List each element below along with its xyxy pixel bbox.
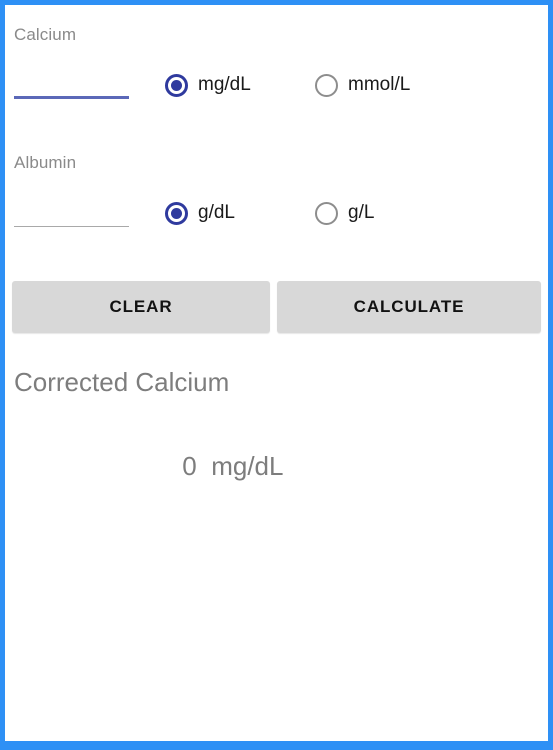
calcium-input[interactable]: [14, 53, 129, 97]
calcium-unit-option-mmoll[interactable]: mmol/L: [315, 65, 410, 105]
action-button-bar: CLEAR CALCULATE: [5, 278, 548, 336]
albumin-unit-option-gdl[interactable]: g/dL: [165, 193, 315, 233]
albumin-unit-radio-group: g/dL g/L: [165, 193, 374, 233]
radio-selected-icon[interactable]: [165, 73, 188, 97]
result-separator: [197, 451, 211, 481]
albumin-input-wrapper[interactable]: [14, 181, 129, 227]
radio-unselected-icon[interactable]: [315, 201, 338, 225]
albumin-field-group: Albumin g/dL g/L: [5, 133, 548, 251]
calcium-unit-radio-group: mg/dL mmol/L: [165, 65, 410, 105]
albumin-unit-label-gl: g/L: [348, 202, 375, 223]
albumin-unit-option-gl[interactable]: g/L: [315, 193, 374, 233]
result-value: 0: [182, 451, 197, 481]
calcium-label: Calcium: [14, 25, 77, 44]
albumin-unit-label-gdl: g/dL: [198, 202, 235, 223]
albumin-label: Albumin: [14, 153, 77, 172]
calcium-input-underline: [14, 96, 129, 99]
app-content-area: Calcium mg/dL mmol/L Albumin g/dL g/L CL…: [5, 5, 548, 741]
calcium-field-group: Calcium mg/dL mmol/L: [5, 5, 548, 123]
result-unit: mg/dL: [211, 451, 284, 481]
result-title: Corrected Calcium: [14, 367, 230, 397]
albumin-input[interactable]: [14, 181, 129, 225]
app-window: Calcium mg/dL mmol/L Albumin g/dL g/L CL…: [0, 0, 553, 750]
radio-selected-icon[interactable]: [165, 201, 188, 225]
albumin-input-underline: [14, 226, 129, 227]
radio-unselected-icon[interactable]: [315, 73, 338, 97]
calcium-unit-option-mgdl[interactable]: mg/dL: [165, 65, 315, 105]
clear-button[interactable]: CLEAR: [12, 281, 270, 333]
result-value-row: 0 mg/dL: [14, 420, 394, 513]
calcium-unit-label-mmoll: mmol/L: [348, 74, 411, 95]
calcium-unit-label-mgdl: mg/dL: [198, 74, 251, 95]
calcium-input-wrapper[interactable]: [14, 53, 129, 99]
calculate-button[interactable]: CALCULATE: [277, 281, 541, 333]
